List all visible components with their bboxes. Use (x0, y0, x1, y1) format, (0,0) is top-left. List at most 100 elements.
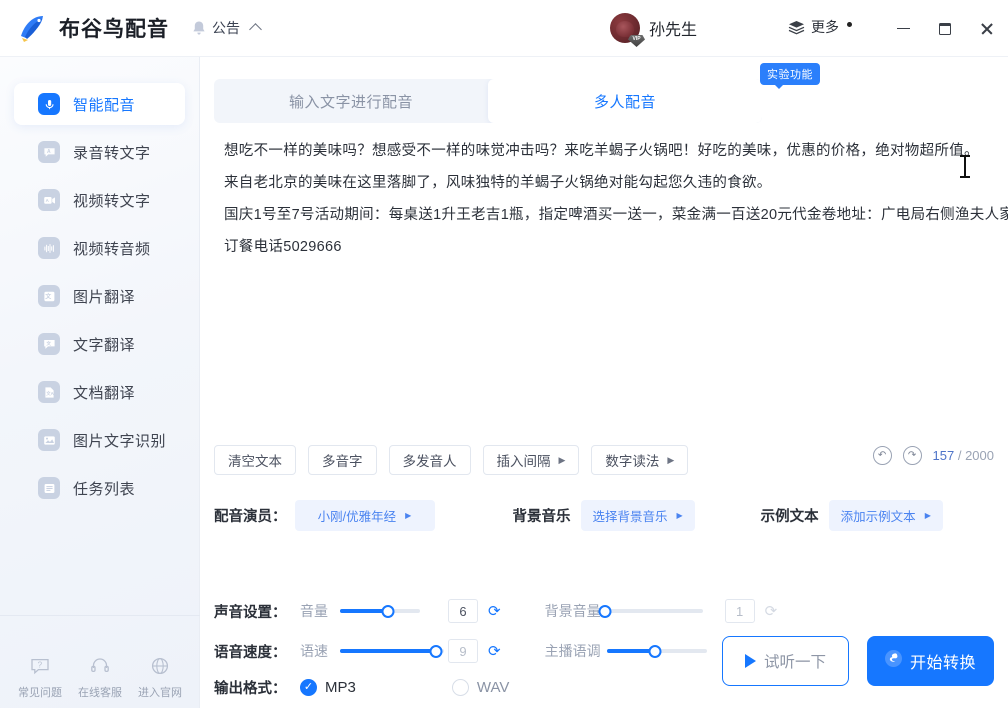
svg-text:?: ? (38, 661, 43, 670)
slider-knob[interactable] (381, 604, 395, 618)
vip-badge: VIP (628, 35, 645, 47)
video-to-text-icon: A (38, 189, 60, 211)
sidebar-item-recording-to-text[interactable]: A 录音转文字 (14, 131, 185, 173)
radio-checked-icon (300, 679, 317, 696)
speed-slider[interactable] (340, 642, 444, 660)
avatar: VIP (610, 13, 645, 47)
tone-slider[interactable] (606, 642, 707, 660)
ocr-icon (38, 429, 60, 451)
layers-icon (788, 20, 805, 35)
sidebar-item-video-to-text[interactable]: A 视频转文字 (14, 179, 185, 221)
format-label-mp3: MP3 (325, 679, 356, 696)
sidebar-item-video-to-audio[interactable]: 视频转音频 (14, 227, 185, 269)
insert-pause-button[interactable]: 插入间隔 ▶ (482, 445, 580, 475)
bg-volume-reset-icon[interactable]: ⟳ (765, 602, 778, 620)
editor-line: 国庆1号至7号活动期间：每桌送1升王老吉1瓶，指定啤酒买一送一，菜金满一百送20… (224, 207, 1008, 223)
image-translate-icon: 文 (38, 285, 60, 307)
caret-right-icon: ▶ (924, 511, 931, 520)
tone-label: 主播语调 (544, 643, 601, 659)
window-controls (882, 0, 1008, 57)
footer-item-faq[interactable]: ? 常见问题 (10, 655, 70, 700)
voice-actor-value: 小刚/优雅年经 (317, 510, 397, 524)
footer-item-label: 进入官网 (138, 687, 182, 699)
footer-item-support[interactable]: 在线客服 (70, 655, 130, 700)
sidebar-item-image-translate[interactable]: 文 图片翻译 (14, 275, 185, 317)
sound-settings-row: 声音设置： 音量 6 ⟳ 背景音量 1 ⟳ (214, 599, 994, 623)
button-label: 多音字 (322, 454, 363, 469)
video-to-audio-icon (38, 237, 60, 259)
sample-text-select[interactable]: 添加示例文本 ▶ (828, 500, 943, 531)
slider-knob[interactable] (648, 644, 662, 658)
bg-volume-slider[interactable] (598, 602, 703, 620)
svg-text:文A: 文A (46, 390, 54, 397)
tab-text-dubbing[interactable]: 输入文字进行配音 (214, 79, 488, 123)
sidebar-item-task-list[interactable]: 任务列表 (14, 467, 185, 509)
editor-line: 订餐电话5029666 (224, 239, 342, 255)
sample-text-label: 示例文本 (760, 509, 819, 525)
slider-knob[interactable] (429, 644, 443, 658)
sidebar-item-label: 视频转音频 (73, 240, 151, 258)
minimize-icon (896, 27, 910, 30)
sidebar-item-text-translate[interactable]: 文 文字翻译 (14, 323, 185, 365)
sidebar-item-ocr[interactable]: 图片文字识别 (14, 419, 185, 461)
volume-label: 音量 (300, 603, 328, 619)
speed-reset-icon[interactable]: ⟳ (488, 642, 501, 660)
action-buttons: 试听一下 开始转换 (722, 636, 994, 686)
footer-item-website[interactable]: 进入官网 (130, 655, 190, 700)
format-option-mp3[interactable]: MP3 (300, 679, 356, 696)
minimize-button[interactable] (882, 9, 924, 49)
text-editor[interactable]: 想吃不一样的美味吗？想感受不一样的味觉冲击吗？来吃羊蝎子火锅吧！好吃的美味，优惠… (214, 135, 1008, 485)
announcement-button[interactable]: 公告 (191, 18, 262, 38)
volume-reset-icon[interactable]: ⟳ (488, 602, 501, 620)
preview-button[interactable]: 试听一下 (722, 636, 849, 686)
caret-right-icon: ▶ (667, 454, 675, 465)
sidebar-item-label: 文档翻译 (73, 384, 136, 402)
character-counter: 157 / 2000 (933, 448, 994, 463)
bell-icon (191, 20, 207, 37)
sidebar-item-smart-dubbing[interactable]: 智能配音 (14, 83, 185, 125)
sidebar-item-label: 图片翻译 (73, 288, 136, 306)
speed-label: 语速 (300, 643, 328, 659)
character-max: 2000 (965, 448, 994, 463)
voice-settings-row: 配音演员： 小刚/优雅年经 ▶ 背景音乐 选择背景音乐 ▶ 示例文本 添加示例文本 ▶ (214, 500, 994, 531)
polyphone-button[interactable]: 多音字 (308, 445, 377, 475)
sidebar-item-doc-translate[interactable]: 文A 文档翻译 (14, 371, 185, 413)
number-reading-button[interactable]: 数字读法 ▶ (591, 445, 689, 475)
editor-status: ↶ ↷ 157 / 2000 (872, 446, 994, 465)
doc-translate-icon: 文A (38, 381, 60, 403)
user-profile[interactable]: VIP 孙先生 (610, 13, 697, 47)
redo-icon[interactable]: ↷ (902, 446, 922, 465)
maximize-button[interactable] (924, 9, 966, 49)
voice-actor-select[interactable]: 小刚/优雅年经 ▶ (294, 500, 435, 531)
speed-settings-label: 语音速度： (214, 644, 287, 661)
more-menu-button[interactable]: 更多 (788, 17, 852, 37)
start-convert-button[interactable]: 开始转换 (867, 636, 994, 686)
undo-icon[interactable]: ↶ (872, 446, 892, 465)
bg-volume-value[interactable]: 1 (724, 599, 755, 623)
bgm-select[interactable]: 选择背景音乐 ▶ (580, 500, 695, 531)
tab-multi-speaker-dubbing[interactable]: 多人配音 (488, 79, 762, 123)
footer-item-label: 在线客服 (78, 687, 122, 699)
app-title: 布谷鸟配音 (59, 18, 169, 41)
speed-value[interactable]: 9 (448, 639, 478, 663)
format-option-wav[interactable]: WAV (451, 679, 509, 696)
svg-text:文: 文 (44, 292, 52, 300)
more-label: 更多 (811, 19, 839, 35)
caret-right-icon: ▶ (676, 511, 683, 520)
clear-text-button[interactable]: 清空文本 (214, 445, 296, 475)
caret-right-icon: ▶ (558, 454, 566, 465)
sidebar-item-label: 视频转文字 (73, 192, 151, 210)
tab-bar: 输入文字进行配音 多人配音 实验功能 (214, 63, 820, 123)
svg-text:文: 文 (46, 340, 51, 347)
volume-slider[interactable] (340, 602, 420, 620)
multi-speaker-button[interactable]: 多发音人 (388, 445, 471, 475)
button-label: 数字读法 (605, 454, 660, 469)
task-list-icon (38, 477, 60, 499)
sidebar-footer: ? 常见问题 在线客服 进入官网 (0, 655, 200, 700)
close-icon (980, 22, 994, 36)
more-indicator-dot (847, 21, 852, 27)
button-label: 多发音人 (402, 454, 457, 469)
slider-knob[interactable] (598, 604, 612, 618)
close-button[interactable] (966, 9, 1008, 49)
volume-value[interactable]: 6 (448, 599, 478, 623)
